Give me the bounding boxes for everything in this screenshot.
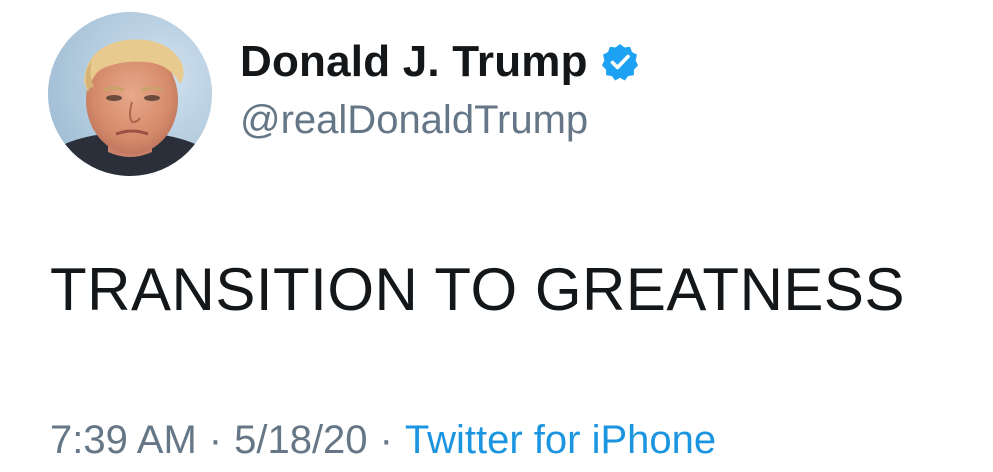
display-name[interactable]: Donald J. Trump [240,36,588,88]
user-identity: Donald J. Trump @realDonaldTrump [240,36,640,146]
tweet-date[interactable]: 5/18/20 [234,418,367,462]
avatar[interactable] [48,12,212,176]
tweet-card: Donald J. Trump @realDonaldTrump TRANSIT… [0,0,993,472]
tweet-text: TRANSITION TO GREATNESS [50,256,905,323]
profile-photo-icon [48,12,212,176]
tweet-meta: 7:39 AM · 5/18/20 · Twitter for iPhone [50,414,716,466]
verified-badge-icon [600,42,640,82]
name-row: Donald J. Trump [240,36,640,88]
tweet-source-link[interactable]: Twitter for iPhone [405,418,716,462]
user-handle[interactable]: @realDonaldTrump [240,94,640,146]
tweet-time[interactable]: 7:39 AM [50,418,197,462]
meta-separator: · [208,418,223,462]
tweet-header: Donald J. Trump @realDonaldTrump [48,12,640,176]
meta-separator: · [379,418,393,462]
